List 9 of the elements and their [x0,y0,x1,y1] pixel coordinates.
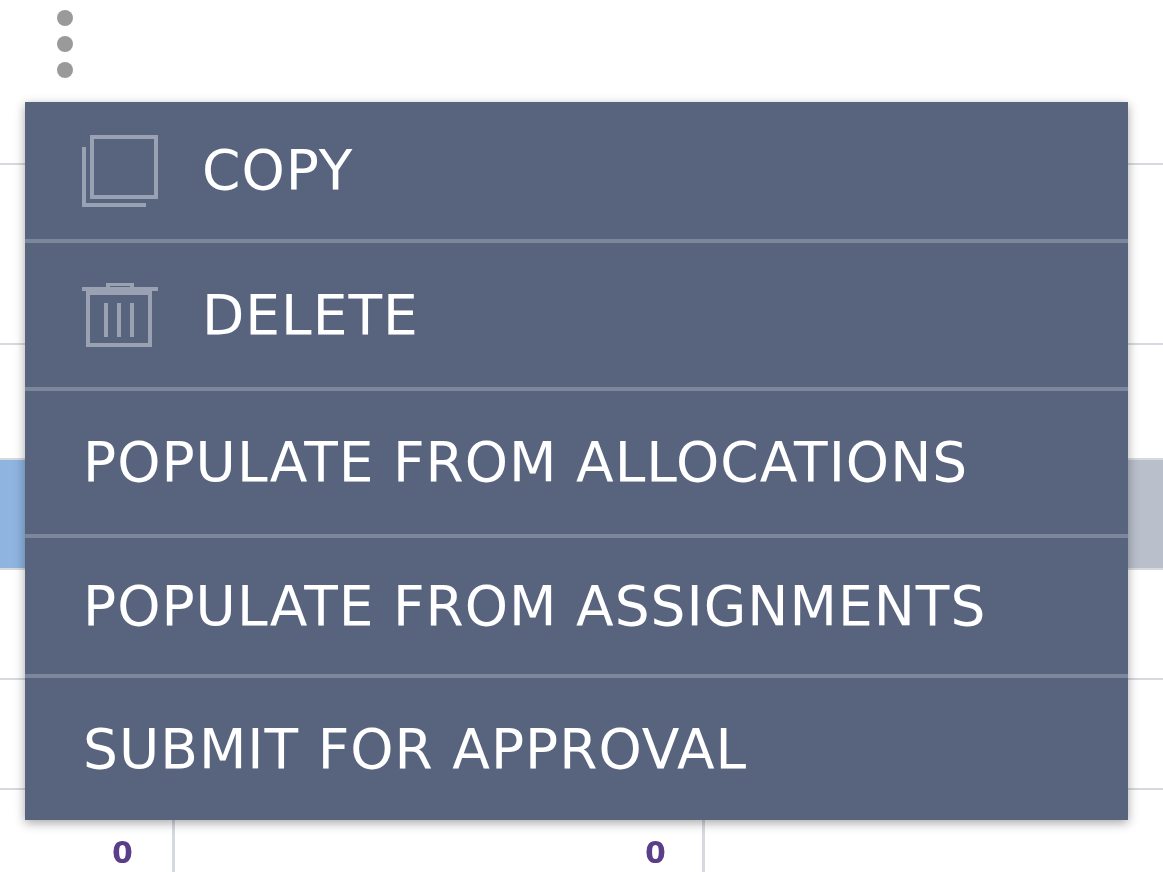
menu-item[interactable]: SUBMIT FOR APPROVAL [25,674,1128,820]
trash-icon [80,283,160,347]
table-cell: 0 [645,838,666,868]
menu-item[interactable]: POPULATE FROM ALLOCATIONS [25,387,1128,534]
menu-item[interactable]: POPULATE FROM ASSIGNMENTS [25,534,1128,674]
table-cell: 0 [112,838,133,868]
menu-item[interactable]: DELETE [25,239,1128,387]
copy-icon [80,134,160,207]
menu-item[interactable]: COPY [25,102,1128,239]
